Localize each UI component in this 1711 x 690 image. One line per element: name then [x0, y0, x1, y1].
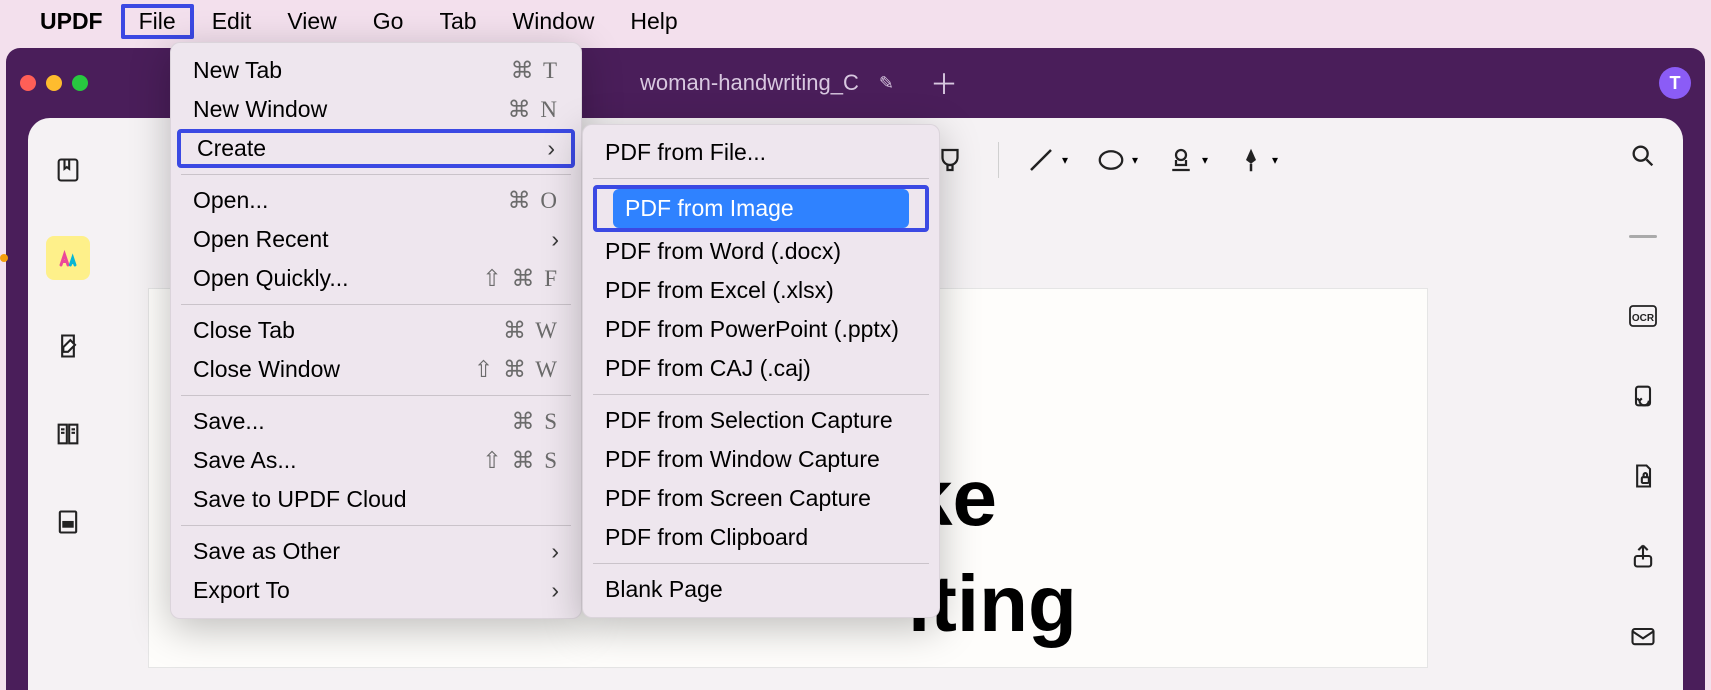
menu-close-tab[interactable]: Close Tab⌘ W	[171, 311, 581, 350]
shape-tool[interactable]: ▾	[1095, 138, 1139, 182]
left-sidebar	[28, 118, 108, 690]
mail-button[interactable]	[1621, 614, 1665, 658]
share-button[interactable]	[1621, 534, 1665, 578]
menu-open-quickly[interactable]: Open Quickly...⇧ ⌘ F	[171, 259, 581, 298]
menu-go[interactable]: Go	[355, 4, 422, 39]
submenu-pdf-selection-capture[interactable]: PDF from Selection Capture	[583, 401, 939, 440]
redact-tool-button[interactable]	[46, 500, 90, 544]
edit-page-icon	[54, 332, 82, 360]
chevron-right-icon: ›	[547, 135, 555, 162]
submenu-pdf-from-word[interactable]: PDF from Word (.docx)	[583, 232, 939, 271]
bookmark-panel-button[interactable]	[46, 148, 90, 192]
collapse-button[interactable]	[1621, 214, 1665, 258]
menu-help[interactable]: Help	[612, 4, 695, 39]
thumbnails-icon	[54, 420, 82, 448]
menu-save-other[interactable]: Save as Other›	[171, 532, 581, 571]
minus-icon	[1629, 235, 1657, 238]
chevron-right-icon: ›	[551, 538, 559, 565]
minimize-window-button[interactable]	[46, 75, 62, 91]
share-icon	[1629, 542, 1657, 570]
menu-tab[interactable]: Tab	[421, 4, 494, 39]
ellipse-icon	[1096, 145, 1126, 175]
rotate-button[interactable]	[1621, 374, 1665, 418]
page-panel-button[interactable]	[46, 412, 90, 456]
menu-separator	[593, 563, 929, 564]
submenu-pdf-from-file[interactable]: PDF from File...	[583, 133, 939, 172]
search-button[interactable]	[1621, 134, 1665, 178]
ocr-button[interactable]: OCR	[1621, 294, 1665, 338]
submenu-pdf-from-powerpoint[interactable]: PDF from PowerPoint (.pptx)	[583, 310, 939, 349]
menu-new-window[interactable]: New Window⌘ N	[171, 90, 581, 129]
pencil-icon[interactable]: ✎	[879, 73, 894, 94]
create-submenu: PDF from File... PDF from Image PDF from…	[582, 124, 940, 618]
menu-export-to[interactable]: Export To›	[171, 571, 581, 610]
menu-separator	[181, 395, 571, 396]
rotate-icon	[1629, 382, 1657, 410]
stamp-tool[interactable]: ▾	[1165, 138, 1209, 182]
line-icon	[1026, 145, 1056, 175]
comment-tool-button[interactable]	[46, 236, 90, 280]
menu-window[interactable]: Window	[495, 4, 613, 39]
protect-button[interactable]	[1621, 454, 1665, 498]
file-menu-dropdown: New Tab⌘ T New Window⌘ N Create› Open...…	[170, 42, 582, 619]
mail-icon	[1629, 622, 1657, 650]
menu-open[interactable]: Open...⌘ O	[171, 181, 581, 220]
fullscreen-window-button[interactable]	[72, 75, 88, 91]
submenu-pdf-from-image[interactable]: PDF from Image	[613, 189, 909, 228]
close-window-button[interactable]	[20, 75, 36, 91]
edit-tool-button[interactable]	[46, 324, 90, 368]
highlighter-icon	[54, 244, 82, 272]
menu-separator	[181, 174, 571, 175]
annotation-toolbar: ▾ ▾ ▾ ▾	[928, 138, 1279, 182]
submenu-pdf-window-capture[interactable]: PDF from Window Capture	[583, 440, 939, 479]
lock-page-icon	[1629, 462, 1657, 490]
active-tab[interactable]: woman-handwriting_C ✎	[640, 70, 894, 96]
redact-icon	[54, 508, 82, 536]
traffic-lights	[20, 75, 88, 91]
submenu-blank-page[interactable]: Blank Page	[583, 570, 939, 609]
ocr-icon: OCR	[1628, 303, 1658, 329]
profile-avatar[interactable]: T	[1659, 67, 1691, 99]
chevron-right-icon: ›	[551, 577, 559, 604]
menu-new-tab[interactable]: New Tab⌘ T	[171, 51, 581, 90]
app-name[interactable]: UPDF	[40, 8, 103, 35]
submenu-pdf-from-image-box[interactable]: PDF from Image	[593, 185, 929, 232]
submenu-pdf-screen-capture[interactable]: PDF from Screen Capture	[583, 479, 939, 518]
submenu-pdf-from-excel[interactable]: PDF from Excel (.xlsx)	[583, 271, 939, 310]
toolbar-divider	[998, 142, 999, 178]
stamp-icon	[1166, 145, 1196, 175]
line-tool[interactable]: ▾	[1025, 138, 1069, 182]
right-sidebar: OCR	[1603, 118, 1683, 690]
menu-edit[interactable]: Edit	[194, 4, 270, 39]
search-icon	[1629, 142, 1657, 170]
svg-text:OCR: OCR	[1632, 313, 1655, 324]
menu-view[interactable]: View	[269, 4, 354, 39]
menu-create[interactable]: Create›	[177, 129, 575, 168]
tab-title-text: woman-handwriting_C	[640, 70, 859, 96]
menu-save[interactable]: Save...⌘ S	[171, 402, 581, 441]
chevron-right-icon: ›	[551, 226, 559, 253]
submenu-pdf-clipboard[interactable]: PDF from Clipboard	[583, 518, 939, 557]
bookmark-icon	[54, 156, 82, 184]
menu-separator	[181, 304, 571, 305]
menu-save-as[interactable]: Save As...⇧ ⌘ S	[171, 441, 581, 480]
menu-close-window[interactable]: Close Window⇧ ⌘ W	[171, 350, 581, 389]
menubar: UPDF File Edit View Go Tab Window Help	[0, 0, 1711, 42]
menu-open-recent[interactable]: Open Recent›	[171, 220, 581, 259]
menu-separator	[593, 178, 929, 179]
menu-separator	[181, 525, 571, 526]
new-tab-button[interactable]: ＋	[930, 63, 958, 103]
submenu-pdf-from-caj[interactable]: PDF from CAJ (.caj)	[583, 349, 939, 388]
pen-nib-icon	[1236, 145, 1266, 175]
menu-separator	[593, 394, 929, 395]
menu-file[interactable]: File	[121, 4, 194, 39]
menu-save-cloud[interactable]: Save to UPDF Cloud	[171, 480, 581, 519]
signature-tool[interactable]: ▾	[1235, 138, 1279, 182]
